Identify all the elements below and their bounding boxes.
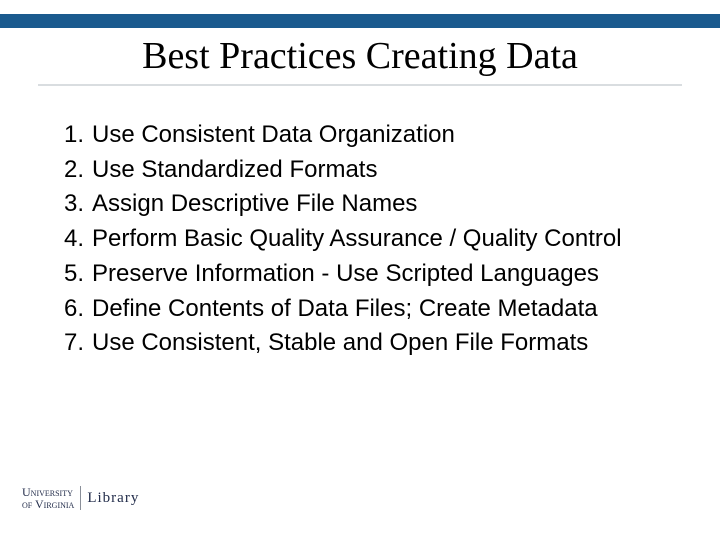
practices-list: Use Consistent Data Organization Use Sta… — [48, 120, 684, 359]
list-item-text: Use Standardized Formats — [92, 156, 377, 183]
list-item: Preserve Information - Use Scripted Lang… — [48, 259, 684, 290]
slide-title: Best Practices Creating Data — [142, 34, 578, 78]
list-item-text: Use Consistent, Stable and Open File For… — [92, 329, 588, 356]
list-item: Use Consistent Data Organization — [48, 120, 684, 151]
footer-logo-line2: of Virginia — [22, 498, 74, 510]
footer-logo-library: Library — [87, 490, 139, 507]
slide: Best Practices Creating Data Use Consist… — [0, 0, 720, 540]
footer-logo-mark: University of Virginia — [22, 486, 81, 510]
title-container: Best Practices Creating Data — [38, 28, 682, 86]
list-item: Perform Basic Quality Assurance / Qualit… — [48, 224, 684, 255]
slide-body: Use Consistent Data Organization Use Sta… — [48, 120, 684, 363]
footer-logo: University of Virginia Library — [22, 486, 142, 522]
list-item: Use Standardized Formats — [48, 155, 684, 186]
list-item-text: Use Consistent Data Organization — [92, 121, 455, 148]
list-item: Define Contents of Data Files; Create Me… — [48, 294, 684, 325]
list-item-text: Preserve Information - Use Scripted Lang… — [92, 260, 599, 287]
title-accent-bar — [0, 14, 720, 28]
list-item-text: Assign Descriptive File Names — [92, 190, 417, 217]
list-item-text: Perform Basic Quality Assurance / Qualit… — [92, 225, 622, 252]
list-item: Use Consistent, Stable and Open File For… — [48, 328, 684, 359]
list-item-text: Define Contents of Data Files; Create Me… — [92, 295, 598, 322]
footer-logo-stack: University of Virginia Library — [22, 486, 142, 510]
list-item: Assign Descriptive File Names — [48, 189, 684, 220]
